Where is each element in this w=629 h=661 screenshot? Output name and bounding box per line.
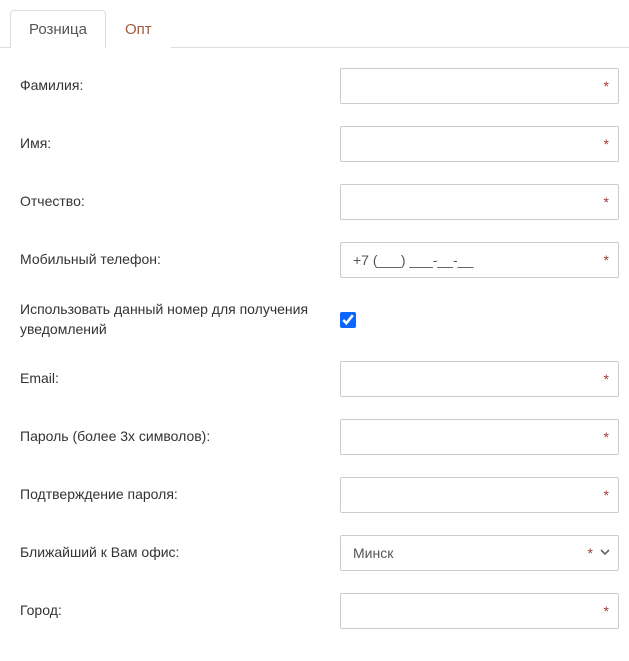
input-password-confirm[interactable]	[340, 477, 619, 513]
input-middlename[interactable]	[340, 184, 619, 220]
field-password: *	[340, 419, 619, 455]
label-office: Ближайший к Вам офис:	[20, 543, 340, 563]
row-office: Ближайший к Вам офис: Минск *	[20, 535, 619, 571]
field-email: *	[340, 361, 619, 397]
label-city: Город:	[20, 601, 340, 621]
tab-wholesale[interactable]: Опт	[106, 10, 171, 48]
label-phone: Мобильный телефон:	[20, 250, 340, 270]
row-firstname: Имя: *	[20, 126, 619, 162]
field-middlename: *	[340, 184, 619, 220]
field-firstname: *	[340, 126, 619, 162]
row-password: Пароль (более 3х символов): *	[20, 419, 619, 455]
row-city: Город: *	[20, 593, 619, 629]
select-office[interactable]: Минск	[340, 535, 619, 571]
field-phone: *	[340, 242, 619, 278]
checkbox-notify[interactable]	[340, 312, 356, 328]
label-email: Email:	[20, 369, 340, 389]
input-lastname[interactable]	[340, 68, 619, 104]
input-email[interactable]	[340, 361, 619, 397]
input-password[interactable]	[340, 419, 619, 455]
row-lastname: Фамилия: *	[20, 68, 619, 104]
row-password-confirm: Подтверждение пароля: *	[20, 477, 619, 513]
row-email: Email: *	[20, 361, 619, 397]
tab-retail[interactable]: Розница	[10, 10, 106, 48]
input-firstname[interactable]	[340, 126, 619, 162]
row-middlename: Отчество: *	[20, 184, 619, 220]
tabs: Розница Опт	[0, 10, 629, 48]
row-phone: Мобильный телефон: *	[20, 242, 619, 278]
label-notify: Использовать данный номер для получения …	[20, 300, 340, 339]
input-phone[interactable]	[340, 242, 619, 278]
label-firstname: Имя:	[20, 134, 340, 154]
field-notify	[340, 312, 619, 328]
field-password-confirm: *	[340, 477, 619, 513]
label-lastname: Фамилия:	[20, 76, 340, 96]
label-password: Пароль (более 3х символов):	[20, 427, 340, 447]
field-office: Минск *	[340, 535, 619, 571]
registration-form: Фамилия: * Имя: * Отчество: * Мобильный …	[0, 48, 629, 661]
input-city[interactable]	[340, 593, 619, 629]
row-notify: Использовать данный номер для получения …	[20, 300, 619, 339]
field-lastname: *	[340, 68, 619, 104]
label-middlename: Отчество:	[20, 192, 340, 212]
label-password-confirm: Подтверждение пароля:	[20, 485, 340, 505]
field-city: *	[340, 593, 619, 629]
